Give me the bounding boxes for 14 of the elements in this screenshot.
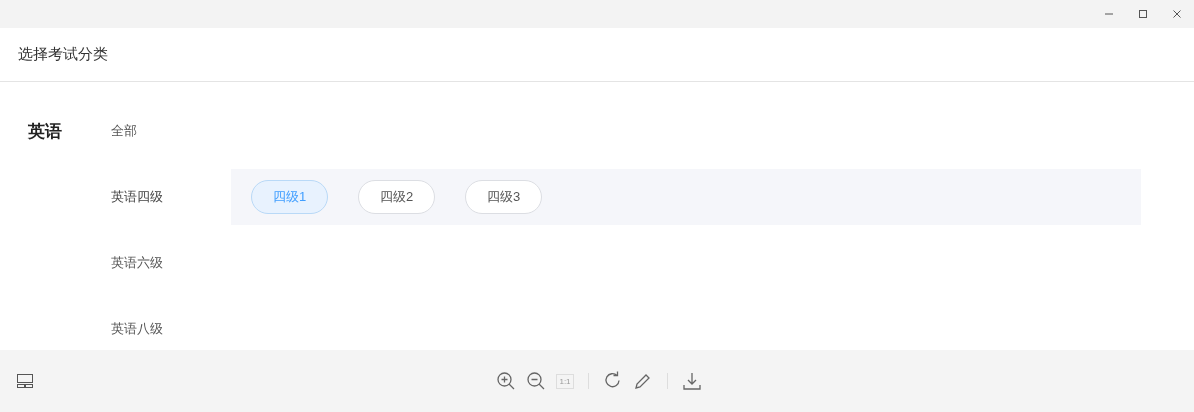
- subcategory-item[interactable]: 英语四级: [111, 188, 231, 206]
- category-label: 英语: [28, 120, 62, 143]
- option-chip[interactable]: 四级2: [358, 180, 435, 214]
- subcategory-item[interactable]: 英语八级: [111, 320, 231, 338]
- maximize-icon[interactable]: [1138, 9, 1148, 19]
- dialog-title: 选择考试分类: [18, 45, 108, 64]
- close-icon[interactable]: [1172, 9, 1182, 19]
- option-chip[interactable]: 四级3: [465, 180, 542, 214]
- zoom-out-icon[interactable]: [526, 371, 546, 391]
- zoom-in-icon[interactable]: [496, 371, 516, 391]
- download-icon[interactable]: [682, 371, 702, 391]
- layout-icon[interactable]: [15, 371, 35, 391]
- subcategory-item[interactable]: 全部: [111, 122, 231, 140]
- subcategory-item[interactable]: 英语六级: [111, 254, 231, 272]
